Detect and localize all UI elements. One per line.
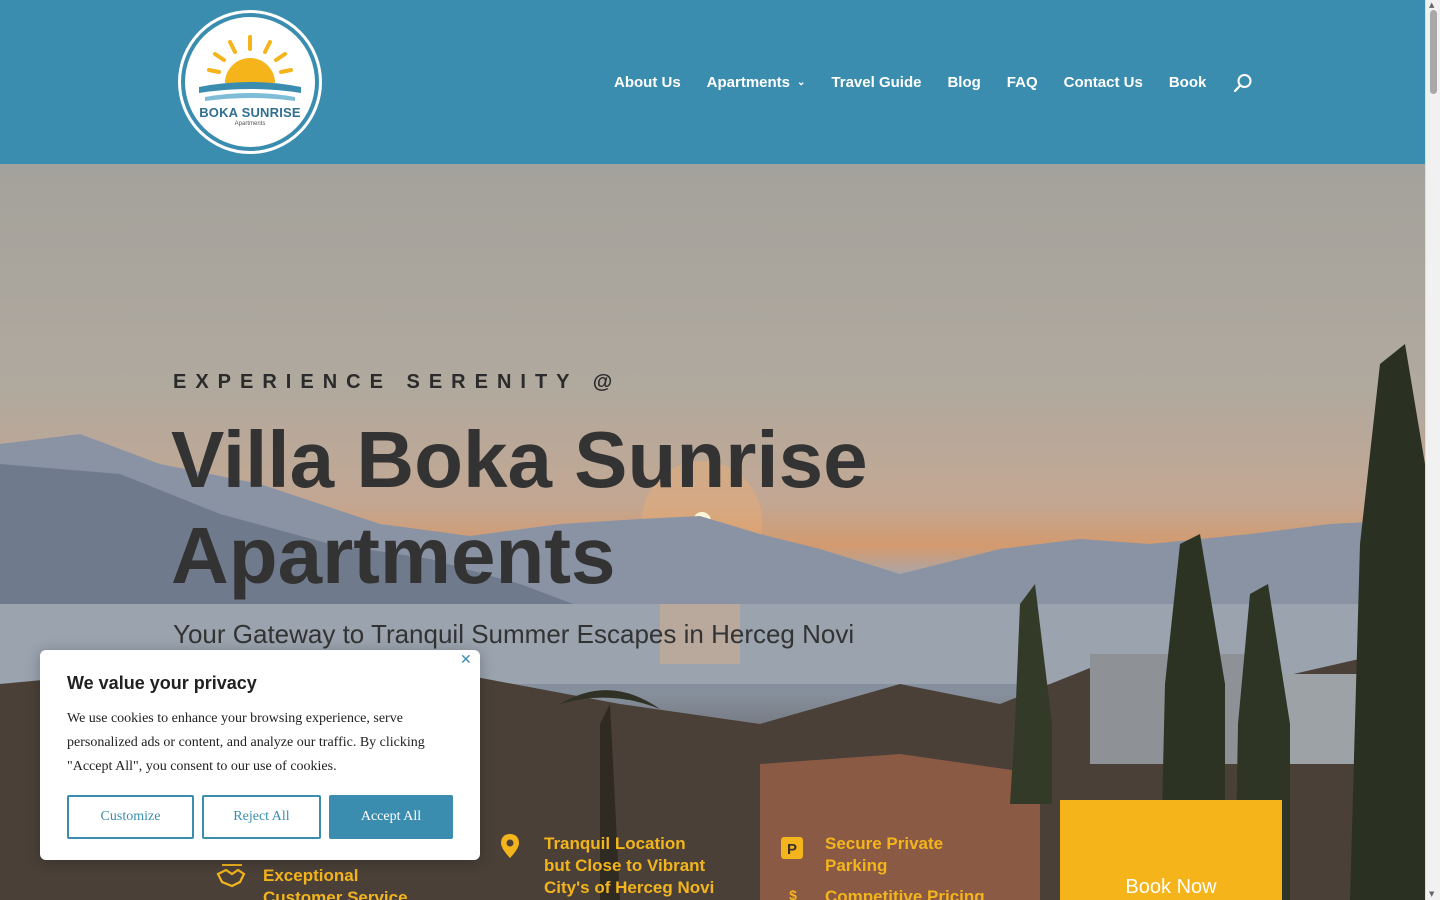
reject-all-button[interactable]: Reject All xyxy=(202,795,321,839)
nav-label: FAQ xyxy=(1006,73,1038,91)
handshake-icon xyxy=(216,864,246,888)
svg-text:$: $ xyxy=(789,888,797,900)
feature-line: Tranquil Location xyxy=(544,834,686,853)
hero-subtitle: Your Gateway to Tranquil Summer Escapes … xyxy=(173,619,855,649)
nav-book[interactable]: Book xyxy=(1169,74,1207,91)
main-nav: About Us Apartments ⌄ Travel Guide Blog F… xyxy=(614,72,1232,92)
feature-line: Secure Private xyxy=(825,834,944,853)
accept-all-button[interactable]: Accept All xyxy=(329,795,453,839)
svg-text:P: P xyxy=(787,841,797,858)
customize-button[interactable]: Customize xyxy=(67,795,194,839)
feature-location: Tranquil Location but Close to Vibrant C… xyxy=(544,833,714,899)
book-now-button[interactable]: Book Now xyxy=(1060,800,1282,900)
nav-label: Book xyxy=(1168,73,1207,91)
parking-icon: P xyxy=(781,837,803,859)
nav-travel-guide[interactable]: Travel Guide xyxy=(831,74,921,91)
nav-label: Contact Us xyxy=(1063,73,1143,91)
cookie-text: We use cookies to enhance your browsing … xyxy=(67,711,425,774)
feature-line: Competitive Pricing xyxy=(825,887,985,900)
hero-eyebrow: EXPERIENCE SERENITY @ xyxy=(173,371,622,393)
page-scrollbar[interactable]: ▲ ▼ xyxy=(1425,0,1440,900)
feature-line: but Close to Vibrant xyxy=(544,856,706,875)
feature-customer-service: Exceptional Customer Service xyxy=(263,865,408,900)
nav-contact-us[interactable]: Contact Us xyxy=(1064,74,1143,91)
feature-line: City's of Herceg Novi xyxy=(544,878,715,897)
logo-badge: BOKA SUNRISE Apartments xyxy=(185,17,315,147)
hero-title-line-1: Villa Boka Sunrise xyxy=(171,415,868,504)
nav-about-us[interactable]: About Us xyxy=(614,74,681,91)
scrollbar-thumb[interactable] xyxy=(1430,10,1437,94)
cookie-consent-dialog: ✕ We value your privacy We use cookies t… xyxy=(40,650,480,860)
logo-tagline: Apartments xyxy=(234,121,266,127)
feature-line: Parking xyxy=(825,856,888,875)
logo-name: BOKA SUNRISE xyxy=(199,105,301,120)
nav-blog[interactable]: Blog xyxy=(947,74,980,91)
cookie-title: We value your privacy xyxy=(67,673,257,693)
scroll-down-arrow-icon[interactable]: ▼ xyxy=(1429,890,1434,898)
nav-label: About Us xyxy=(614,73,681,91)
site-header: BOKA SUNRISE Apartments About Us Apartme… xyxy=(0,0,1425,164)
nav-label: Travel Guide xyxy=(831,73,922,91)
nav-label: Apartments xyxy=(706,73,791,91)
site-logo[interactable]: BOKA SUNRISE Apartments xyxy=(178,10,322,154)
map-pin-icon xyxy=(501,834,519,858)
close-icon[interactable]: ✕ xyxy=(460,652,472,668)
book-now-label: Book Now xyxy=(1125,876,1217,898)
feature-line: Exceptional xyxy=(263,866,359,885)
hero-title: Villa Boka Sunrise Apartments xyxy=(171,412,1071,604)
feature-line: Customer Service xyxy=(263,888,408,900)
nav-label: Blog xyxy=(947,73,981,91)
chevron-down-icon: ⌄ xyxy=(797,76,806,88)
sun-logo-icon xyxy=(199,35,301,101)
scroll-up-arrow-icon[interactable]: ▲ xyxy=(1429,1,1434,9)
nav-faq[interactable]: FAQ xyxy=(1007,74,1038,91)
search-icon[interactable] xyxy=(1233,73,1253,93)
feature-pricing: Competitive Pricing xyxy=(825,886,985,900)
feature-parking: Secure Private Parking xyxy=(825,833,943,877)
nav-apartments[interactable]: Apartments ⌄ xyxy=(707,74,806,91)
dollar-icon: $ xyxy=(789,888,797,900)
hero-title-line-2: Apartments xyxy=(171,511,616,600)
